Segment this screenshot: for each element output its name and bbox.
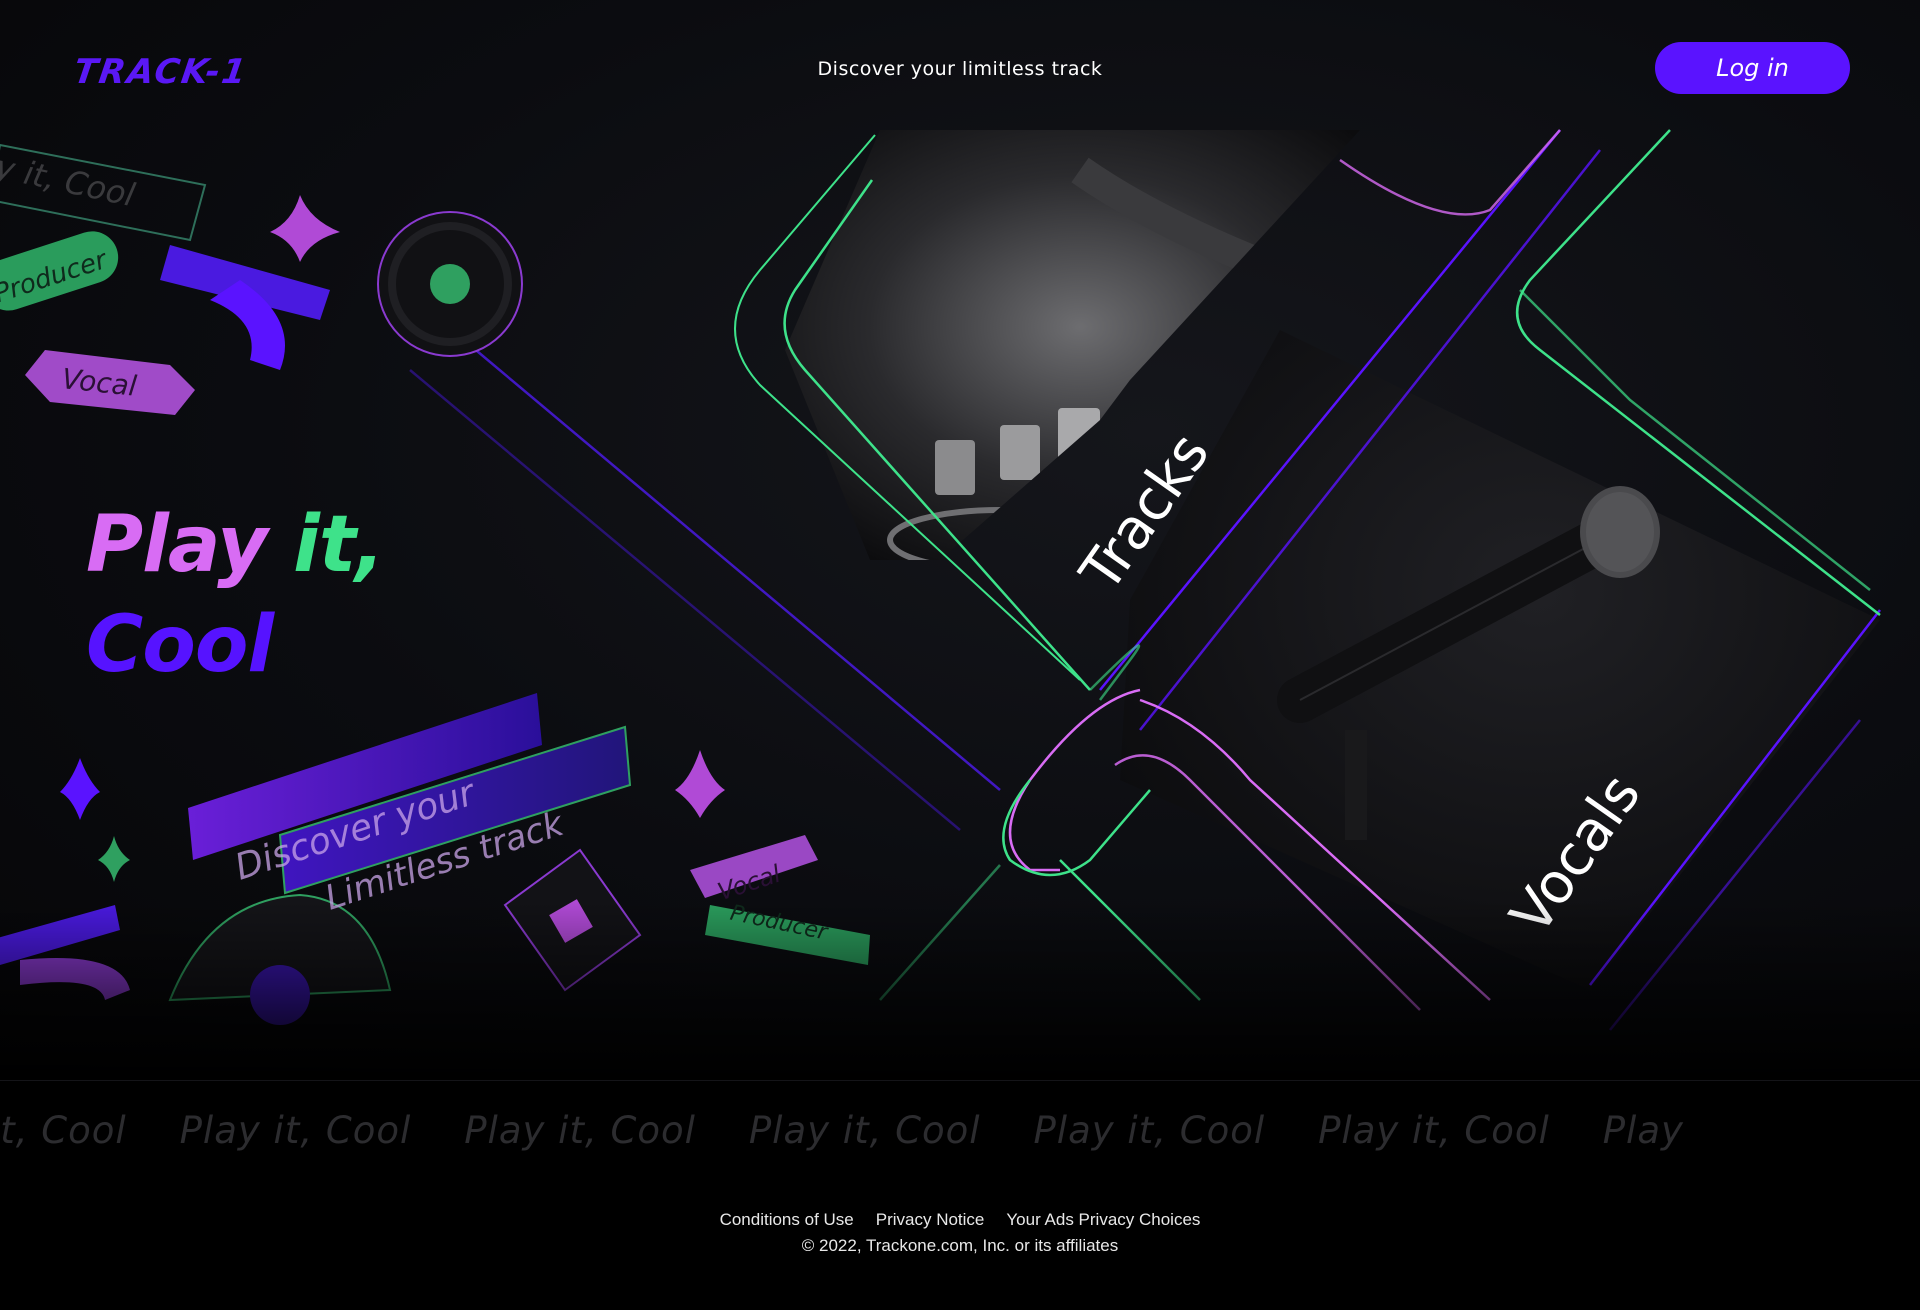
headline-play: Play [86, 500, 268, 590]
hero-headline: Play it, Cool [86, 495, 385, 695]
headline-cool: Cool [86, 600, 274, 690]
headline-it: it, [266, 500, 385, 590]
hero-section: y it, Cool Producer Vocal Vocal Producer… [0, 0, 1920, 1080]
copyright: © 2022, Trackone.com, Inc. or its affili… [801, 1236, 1119, 1255]
footer-link-privacy[interactable]: Privacy Notice [876, 1210, 985, 1230]
ticker-item: Play it, Cool [179, 1109, 412, 1152]
footer-link-ads-privacy[interactable]: Your Ads Privacy Choices [1006, 1210, 1200, 1230]
marquee-ticker: Play it, Cool Play it, Cool Play it, Coo… [0, 1080, 1920, 1191]
ticker-item: Play [1602, 1109, 1684, 1152]
ticker-item: Play it, Cool [1318, 1109, 1550, 1152]
ticker-item: Play it, Cool [0, 1109, 127, 1152]
ticker-item: Play it, Cool [1033, 1109, 1266, 1152]
vocals-card-photo [1120, 330, 1880, 990]
sticker-play-it-cool: y it, Cool [0, 147, 138, 214]
footer-links: Conditions of Use Privacy Notice Your Ad… [0, 1210, 1920, 1230]
footer-link-conditions[interactable]: Conditions of Use [720, 1210, 854, 1230]
ticker-track: Play it, Cool Play it, Cool Play it, Coo… [0, 1109, 1684, 1152]
footer: Conditions of Use Privacy Notice Your Ad… [0, 1210, 1920, 1256]
login-button[interactable]: Log in [1655, 42, 1850, 94]
ticker-item: Play it, Cool [464, 1109, 696, 1152]
header-tagline: Discover your limitless track [817, 58, 1103, 80]
ticker-item: Play it, Cool [748, 1109, 981, 1152]
